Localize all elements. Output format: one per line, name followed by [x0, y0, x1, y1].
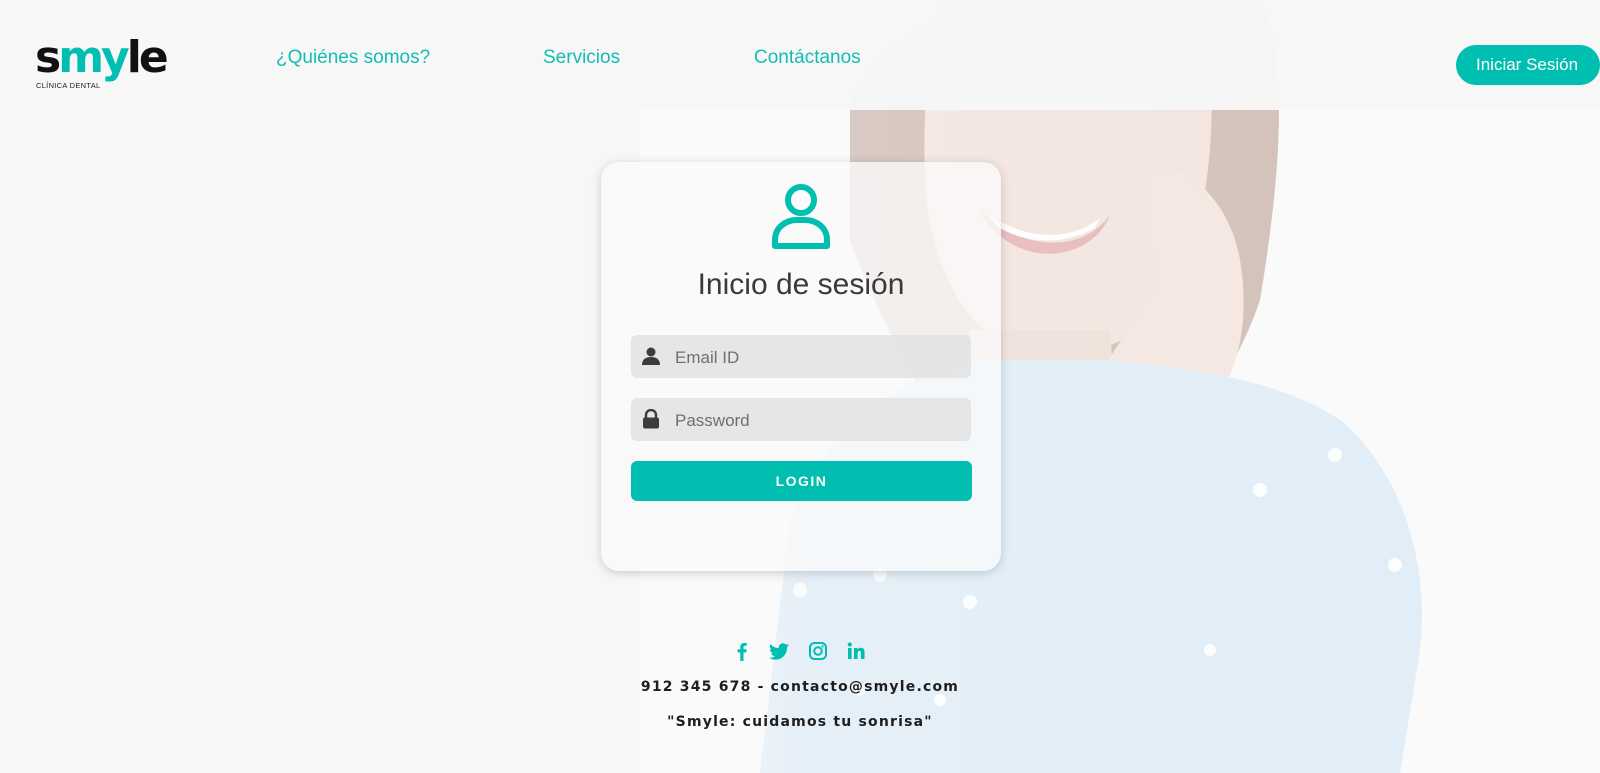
- instagram-icon[interactable]: [807, 640, 829, 662]
- nav-link-about[interactable]: ¿Quiénes somos?: [276, 47, 430, 69]
- nav-link-contact[interactable]: Contáctanos: [754, 47, 861, 69]
- lock-icon: [641, 408, 661, 429]
- login-card: Inicio de sesión LOGIN: [601, 162, 1001, 571]
- login-button[interactable]: LOGIN: [631, 461, 972, 501]
- logo-wordmark: smyle: [35, 32, 169, 83]
- linkedin-icon[interactable]: [845, 640, 867, 662]
- facebook-icon[interactable]: [731, 640, 753, 662]
- smyle-logo[interactable]: smyle CLÍNICA DENTAL: [35, 32, 175, 92]
- person-icon: [641, 346, 661, 366]
- twitter-icon[interactable]: [768, 640, 790, 662]
- nav-link-services[interactable]: Servicios: [543, 47, 620, 69]
- user-icon: [769, 182, 833, 250]
- email-field-wrapper: [631, 335, 971, 380]
- site-header: smyle CLÍNICA DENTAL ¿Quiénes somos? Ser…: [0, 0, 1600, 110]
- signin-button[interactable]: Iniciar Sesión: [1456, 45, 1600, 85]
- email-input[interactable]: [673, 335, 967, 380]
- slogan: "Smyle: cuidamos tu sonrisa": [667, 714, 933, 730]
- login-page: smyle CLÍNICA DENTAL ¿Quiénes somos? Ser…: [0, 0, 1600, 773]
- password-field-wrapper: [631, 398, 971, 443]
- password-input[interactable]: [673, 398, 967, 443]
- logo-subtitle: CLÍNICA DENTAL: [36, 81, 101, 90]
- contact-info: 912 345 678 - contacto@smyle.com: [640, 679, 960, 695]
- login-title: Inicio de sesión: [697, 268, 905, 301]
